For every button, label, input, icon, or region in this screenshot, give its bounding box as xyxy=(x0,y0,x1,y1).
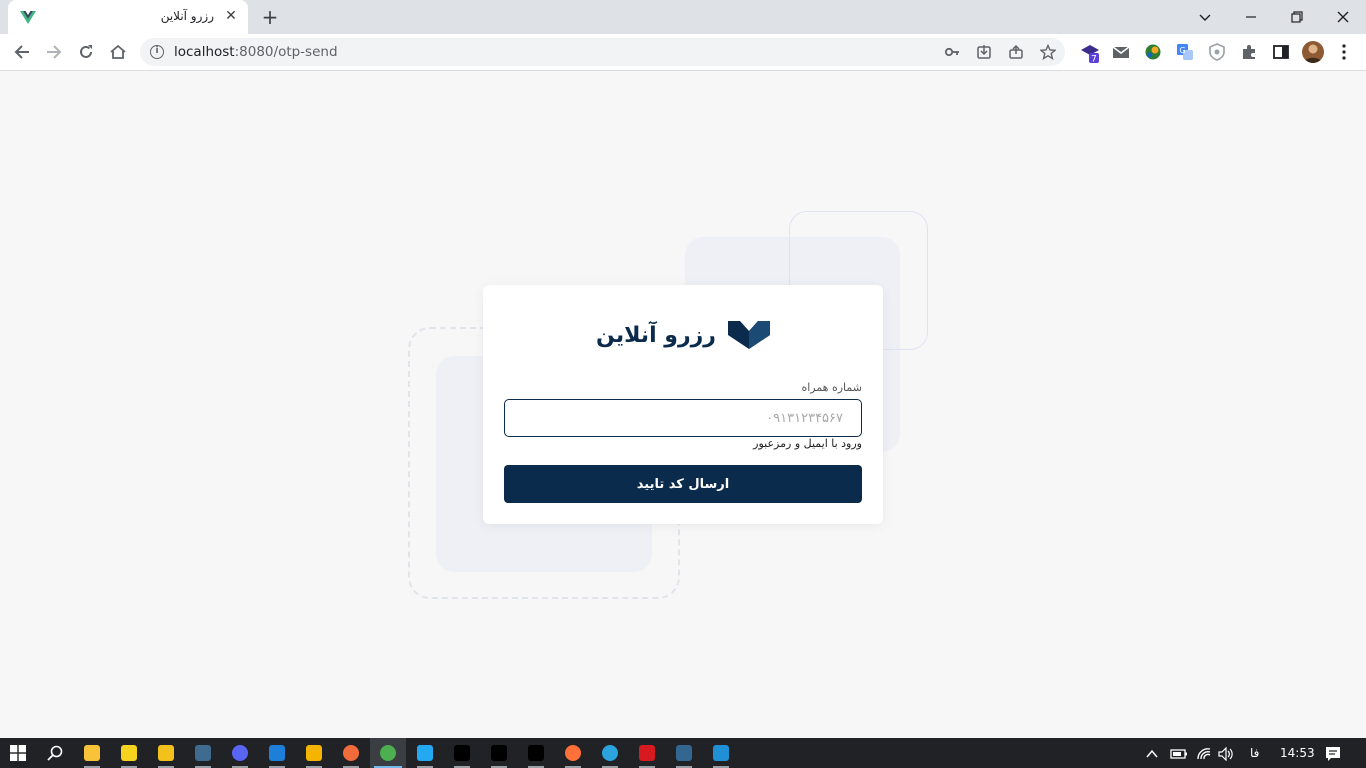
url-path: :8080/otp-send xyxy=(234,44,338,60)
mysql-workbench-icon xyxy=(195,745,211,761)
photos-icon xyxy=(713,745,729,761)
windows-logo-icon xyxy=(10,745,26,761)
new-tab-button[interactable]: + xyxy=(259,6,281,28)
url-host: localhost xyxy=(174,44,235,60)
extension-mortarboard-icon[interactable]: 7 xyxy=(1080,43,1099,65)
globe-extension-icon[interactable] xyxy=(1144,43,1162,61)
taskbar-app-sticky-notes[interactable] xyxy=(111,738,147,768)
taskbar-app-media-player[interactable] xyxy=(148,738,184,768)
taskbar-app-firefox[interactable] xyxy=(555,738,591,768)
install-app-icon[interactable] xyxy=(976,44,992,60)
app-orange-icon xyxy=(343,745,359,761)
tab-title: رزرو آنلاین xyxy=(160,9,214,23)
taskbar-app-mysql-workbench[interactable] xyxy=(185,738,221,768)
home-icon xyxy=(110,44,126,59)
notifications-icon[interactable] xyxy=(1325,738,1341,768)
home-button[interactable] xyxy=(104,38,132,66)
taskbar-app-vscode[interactable] xyxy=(407,738,443,768)
telegram-icon xyxy=(602,745,618,761)
brand: رزرو آنلاین xyxy=(483,318,883,352)
taskbar-app-pycharm[interactable] xyxy=(481,738,517,768)
browser-tab[interactable]: رزرو آنلاین ✕ xyxy=(8,0,248,34)
tab-strip: رزرو آنلاین ✕ + xyxy=(0,0,1366,34)
info-icon[interactable]: i xyxy=(150,45,164,59)
svg-text:G: G xyxy=(1179,46,1185,55)
shield-icon[interactable] xyxy=(1208,43,1226,61)
restore-button[interactable] xyxy=(1274,0,1320,34)
clock-time[interactable]: 14:53 xyxy=(1280,738,1315,768)
reload-button[interactable] xyxy=(72,38,100,66)
reload-icon xyxy=(80,45,92,58)
taskbar-app-discord[interactable] xyxy=(222,738,258,768)
windows-taskbar: فا 14:53 xyxy=(0,738,1366,768)
taskbar-app-webstorm[interactable] xyxy=(518,738,554,768)
send-code-button[interactable]: ارسال کد تایید xyxy=(504,465,862,503)
app-triangle-icon xyxy=(306,745,322,761)
app-red-icon xyxy=(639,745,655,761)
brand-logo-icon xyxy=(727,321,770,349)
start-button[interactable] xyxy=(0,738,36,768)
taskbar-app-phpstorm[interactable] xyxy=(444,738,480,768)
input-language-indicator[interactable]: فا xyxy=(1250,738,1259,768)
taskbar-app-photos[interactable] xyxy=(703,738,739,768)
tab-search-icon[interactable] xyxy=(1182,0,1228,34)
taskbar-app-app-orange[interactable] xyxy=(333,738,369,768)
vscode-icon xyxy=(417,745,433,761)
bookmark-star-icon[interactable] xyxy=(1040,44,1056,60)
vue-logo-icon xyxy=(20,11,36,24)
show-hidden-icons-icon[interactable] xyxy=(1145,738,1159,768)
taskbar-search-button[interactable] xyxy=(37,738,73,768)
share-icon[interactable] xyxy=(1008,44,1024,60)
address-bar[interactable]: i localhost:8080/otp-send xyxy=(140,38,1065,66)
email-login-link[interactable]: ورود با ایمیل و رمزعبور xyxy=(753,437,862,450)
phone-input[interactable] xyxy=(504,399,862,437)
side-panel-icon[interactable] xyxy=(1272,43,1290,61)
forward-arrow-icon xyxy=(47,45,62,59)
phone-label: شماره همراه xyxy=(801,381,862,394)
otp-login-card: رزرو آنلاین شماره همراه ورود با ایمیل و … xyxy=(483,285,883,524)
firefox-icon xyxy=(565,745,581,761)
taskbar-app-telegram[interactable] xyxy=(592,738,628,768)
volume-icon[interactable] xyxy=(1218,738,1234,768)
taskbar-app-file-explorer[interactable] xyxy=(74,738,110,768)
taskbar-app-app-red[interactable] xyxy=(629,738,665,768)
phpstorm-icon xyxy=(454,745,470,761)
taskbar-app-app-triangle[interactable] xyxy=(296,738,332,768)
media-player-icon xyxy=(158,745,174,761)
back-arrow-icon xyxy=(14,45,29,59)
discord-icon xyxy=(232,745,248,761)
search-icon xyxy=(47,745,63,761)
webstorm-icon xyxy=(528,745,544,761)
mail-icon[interactable] xyxy=(1112,43,1130,61)
taskbar-app-chrome[interactable] xyxy=(370,738,406,768)
profile-avatar[interactable] xyxy=(1302,41,1324,63)
extension-badge: 7 xyxy=(1091,55,1097,64)
tab-close-icon[interactable]: ✕ xyxy=(222,7,240,25)
back-button[interactable] xyxy=(8,38,36,66)
brand-name: رزرو آنلاین xyxy=(596,322,716,348)
key-icon[interactable] xyxy=(944,44,960,60)
sticky-notes-icon xyxy=(121,745,137,761)
battery-icon[interactable] xyxy=(1170,738,1188,768)
translate-icon[interactable]: G xyxy=(1176,43,1194,61)
url-text[interactable]: localhost:8080/otp-send xyxy=(174,44,338,60)
chrome-icon xyxy=(380,745,396,761)
file-explorer-icon xyxy=(84,745,100,761)
trello-icon xyxy=(269,745,285,761)
browser-toolbar: i localhost:8080/otp-send 7 G xyxy=(0,34,1366,71)
postgresql-icon xyxy=(676,745,692,761)
pycharm-icon xyxy=(491,745,507,761)
extensions-puzzle-icon[interactable] xyxy=(1240,43,1258,61)
taskbar-app-postgresql[interactable] xyxy=(666,738,702,768)
taskbar-app-trello[interactable] xyxy=(259,738,295,768)
close-window-button[interactable] xyxy=(1320,0,1366,34)
forward-button[interactable] xyxy=(40,38,68,66)
menu-kebab-icon[interactable] xyxy=(1337,43,1351,61)
minimize-button[interactable] xyxy=(1228,0,1274,34)
wifi-icon[interactable] xyxy=(1196,738,1212,768)
